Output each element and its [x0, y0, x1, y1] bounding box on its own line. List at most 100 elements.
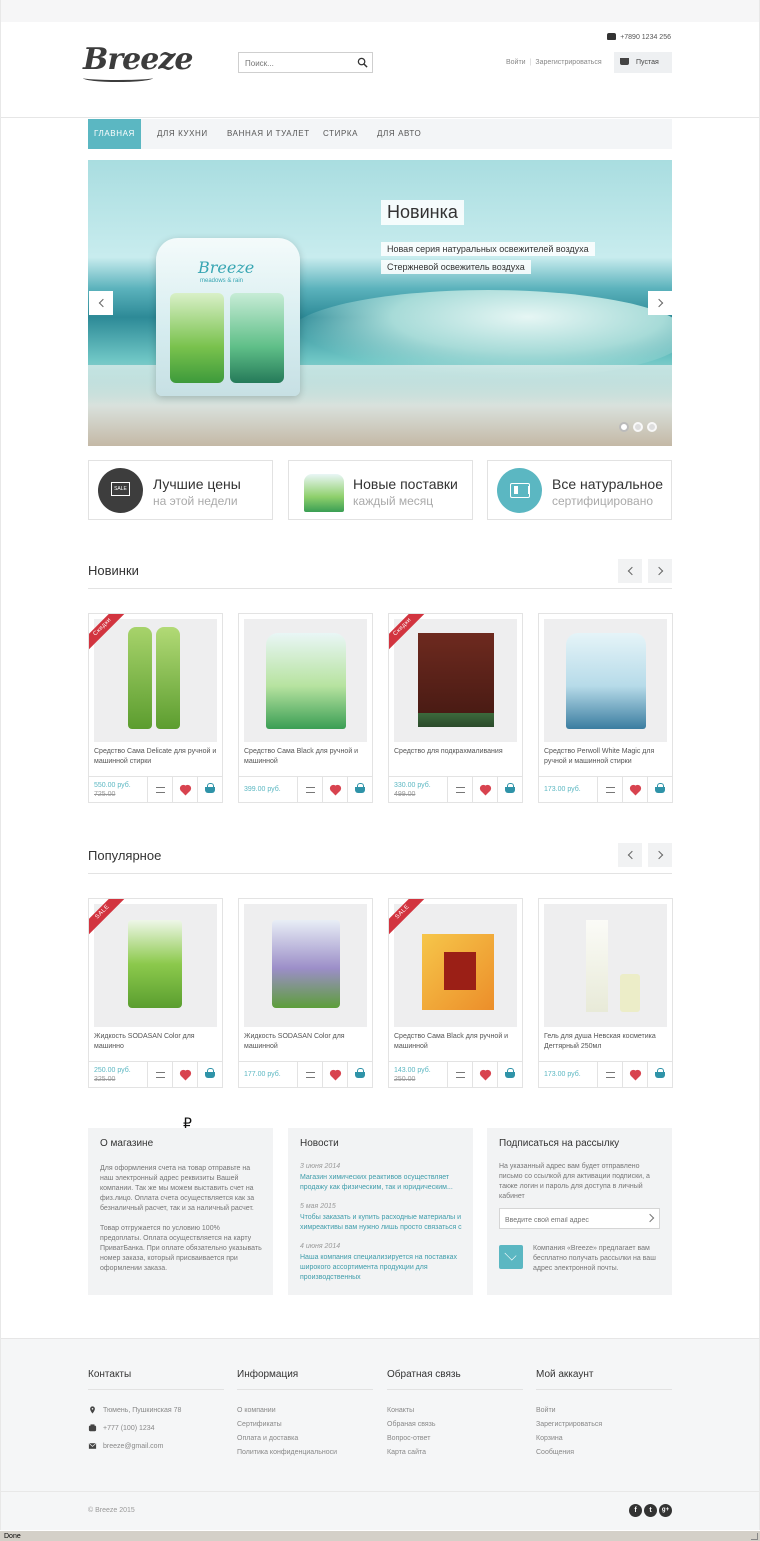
- product-name[interactable]: Средство Сама Delicate для ручной и маши…: [94, 747, 219, 767]
- add-to-cart-button[interactable]: [347, 777, 372, 802]
- slider-next-button[interactable]: [648, 291, 672, 315]
- product-card[interactable]: Скидки Средство Сама Delicate для ручной…: [88, 613, 223, 803]
- footer-link[interactable]: Обраная связь: [387, 1421, 436, 1428]
- compare-button[interactable]: [597, 777, 622, 802]
- sale-sign: SALE: [111, 482, 130, 496]
- wishlist-button[interactable]: [472, 777, 497, 802]
- nav-item-bathroom[interactable]: ВАННАЯ И ТУАЛЕТ: [227, 119, 310, 149]
- subscribe-title: Подписаться на рассылку: [499, 1138, 620, 1149]
- product-name[interactable]: Жидкость SODASAN Color для машинно: [94, 1032, 219, 1052]
- cart-button[interactable]: Пустая: [614, 52, 672, 73]
- nav-item-home[interactable]: ГЛАВНАЯ: [88, 119, 141, 149]
- news-link[interactable]: Чтобы заказать и купить расходные матери…: [300, 1213, 462, 1233]
- popular-next-button[interactable]: [648, 843, 672, 867]
- footer-link[interactable]: Сертификаты: [237, 1421, 282, 1428]
- product-name[interactable]: Средство Сама Black для ручной и машинно…: [394, 1032, 519, 1052]
- add-to-cart-button[interactable]: [497, 777, 522, 802]
- logo[interactable]: Breeze: [83, 42, 193, 77]
- footer-phone[interactable]: +777 (100) 1234: [103, 1425, 155, 1432]
- footer-link[interactable]: О компании: [237, 1407, 276, 1414]
- feature-new-supplies[interactable]: Новые поставки каждый месяц: [288, 460, 473, 520]
- footer-link[interactable]: Сообщения: [536, 1449, 574, 1456]
- facebook-icon[interactable]: f: [629, 1504, 642, 1517]
- footer-heading: Обратная связь: [387, 1369, 523, 1390]
- add-to-cart-button[interactable]: [197, 1062, 222, 1087]
- ribbon-wrap: SALE: [89, 899, 125, 935]
- resize-grip-icon[interactable]: [751, 1533, 758, 1540]
- product-card[interactable]: Скидки Средство для подкрахмаливания 330…: [388, 613, 523, 803]
- compare-button[interactable]: [147, 1062, 172, 1087]
- add-to-cart-button[interactable]: [647, 777, 672, 802]
- wishlist-button[interactable]: [172, 777, 197, 802]
- product-card[interactable]: SALE Средство Сама Black для ручной и ма…: [388, 898, 523, 1088]
- product-name[interactable]: Жидкость SODASAN Color для машинной: [244, 1032, 369, 1052]
- product-image[interactable]: [244, 904, 367, 1027]
- slider-dot-2[interactable]: [633, 422, 643, 432]
- product-card[interactable]: Средство Perwoll White Magic для ручной …: [538, 613, 673, 803]
- wishlist-button[interactable]: [622, 777, 647, 802]
- product-name[interactable]: Средство Сама Black для ручной и машинно…: [244, 747, 369, 767]
- feature-all-natural[interactable]: Все натуральное сертифицировано: [487, 460, 672, 520]
- wishlist-button[interactable]: [172, 1062, 197, 1087]
- compare-button[interactable]: [597, 1062, 622, 1087]
- slider-dot-3[interactable]: [647, 422, 657, 432]
- product-card[interactable]: SALE Жидкость SODASAN Color для машинно …: [88, 898, 223, 1088]
- nav-item-kitchen[interactable]: ДЛЯ КУХНИ: [157, 119, 208, 149]
- product-name[interactable]: Средство для подкрахмаливания: [394, 747, 519, 757]
- footer-link[interactable]: Оплата и доставка: [237, 1435, 298, 1442]
- compare-button[interactable]: [297, 777, 322, 802]
- nav-item-laundry[interactable]: СТИРКА: [323, 119, 358, 149]
- product-name[interactable]: Гель для душа Невская косметика Дегтярны…: [544, 1032, 669, 1052]
- wishlist-button[interactable]: [472, 1062, 497, 1087]
- wishlist-button[interactable]: [622, 1062, 647, 1087]
- new-prev-button[interactable]: [618, 559, 642, 583]
- wishlist-button[interactable]: [322, 1062, 347, 1087]
- product-name[interactable]: Средство Perwoll White Magic для ручной …: [544, 747, 669, 767]
- slider-dot-1[interactable]: [619, 422, 629, 432]
- news-link[interactable]: Магазин химических реактивов осуществляе…: [300, 1173, 462, 1193]
- footer-link[interactable]: Конакты: [387, 1407, 414, 1414]
- add-to-cart-button[interactable]: [497, 1062, 522, 1087]
- product-price: 173.00 руб.: [544, 786, 581, 793]
- nav-item-auto[interactable]: ДЛЯ АВТО: [377, 119, 421, 149]
- phone-icon: [88, 1424, 97, 1432]
- search-input[interactable]: [239, 54, 351, 73]
- login-link[interactable]: Войти: [506, 59, 526, 66]
- add-to-cart-button[interactable]: [347, 1062, 372, 1087]
- slider-prev-button[interactable]: [89, 291, 113, 315]
- compare-button[interactable]: [447, 1062, 472, 1087]
- basket-icon: [505, 782, 515, 793]
- product-actions: 330.00 руб. 499.00: [389, 776, 522, 802]
- product-image[interactable]: [544, 619, 667, 742]
- google-plus-icon[interactable]: g+: [659, 1504, 672, 1517]
- feature-best-prices[interactable]: SALE Лучшие цены на этой недели: [88, 460, 273, 520]
- compare-button[interactable]: [297, 1062, 322, 1087]
- product-image[interactable]: [544, 904, 667, 1027]
- product-price: 330.00 руб.: [394, 782, 431, 789]
- new-next-button[interactable]: [648, 559, 672, 583]
- news-link[interactable]: Наша компания специализируется на постав…: [300, 1253, 462, 1283]
- chevron-right-icon[interactable]: [645, 1213, 655, 1223]
- popular-prev-button[interactable]: [618, 843, 642, 867]
- footer-link[interactable]: Вопрос-ответ: [387, 1435, 430, 1442]
- certificate-icon: [497, 468, 542, 513]
- register-link[interactable]: Зарегистрироваться: [535, 59, 601, 66]
- product-card[interactable]: Жидкость SODASAN Color для машинной 177.…: [238, 898, 373, 1088]
- add-to-cart-button[interactable]: [647, 1062, 672, 1087]
- email-field[interactable]: [500, 1211, 640, 1230]
- footer-link[interactable]: Войти: [536, 1407, 556, 1414]
- compare-button[interactable]: [447, 777, 472, 802]
- product-image[interactable]: [244, 619, 367, 742]
- compare-button[interactable]: [147, 777, 172, 802]
- footer-email[interactable]: breeze@gmail.com: [103, 1443, 163, 1450]
- twitter-icon[interactable]: t: [644, 1504, 657, 1517]
- footer-link[interactable]: Корзина: [536, 1435, 563, 1442]
- search-icon[interactable]: [357, 57, 368, 68]
- footer-link[interactable]: Карта сайта: [387, 1449, 426, 1456]
- add-to-cart-button[interactable]: [197, 777, 222, 802]
- wishlist-button[interactable]: [322, 777, 347, 802]
- product-card[interactable]: Гель для душа Невская косметика Дегтярны…: [538, 898, 673, 1088]
- footer-link[interactable]: Политика конфиденциальноси: [237, 1449, 337, 1456]
- product-card[interactable]: Средство Сама Black для ручной и машинно…: [238, 613, 373, 803]
- footer-link[interactable]: Зарегистрироваться: [536, 1421, 602, 1428]
